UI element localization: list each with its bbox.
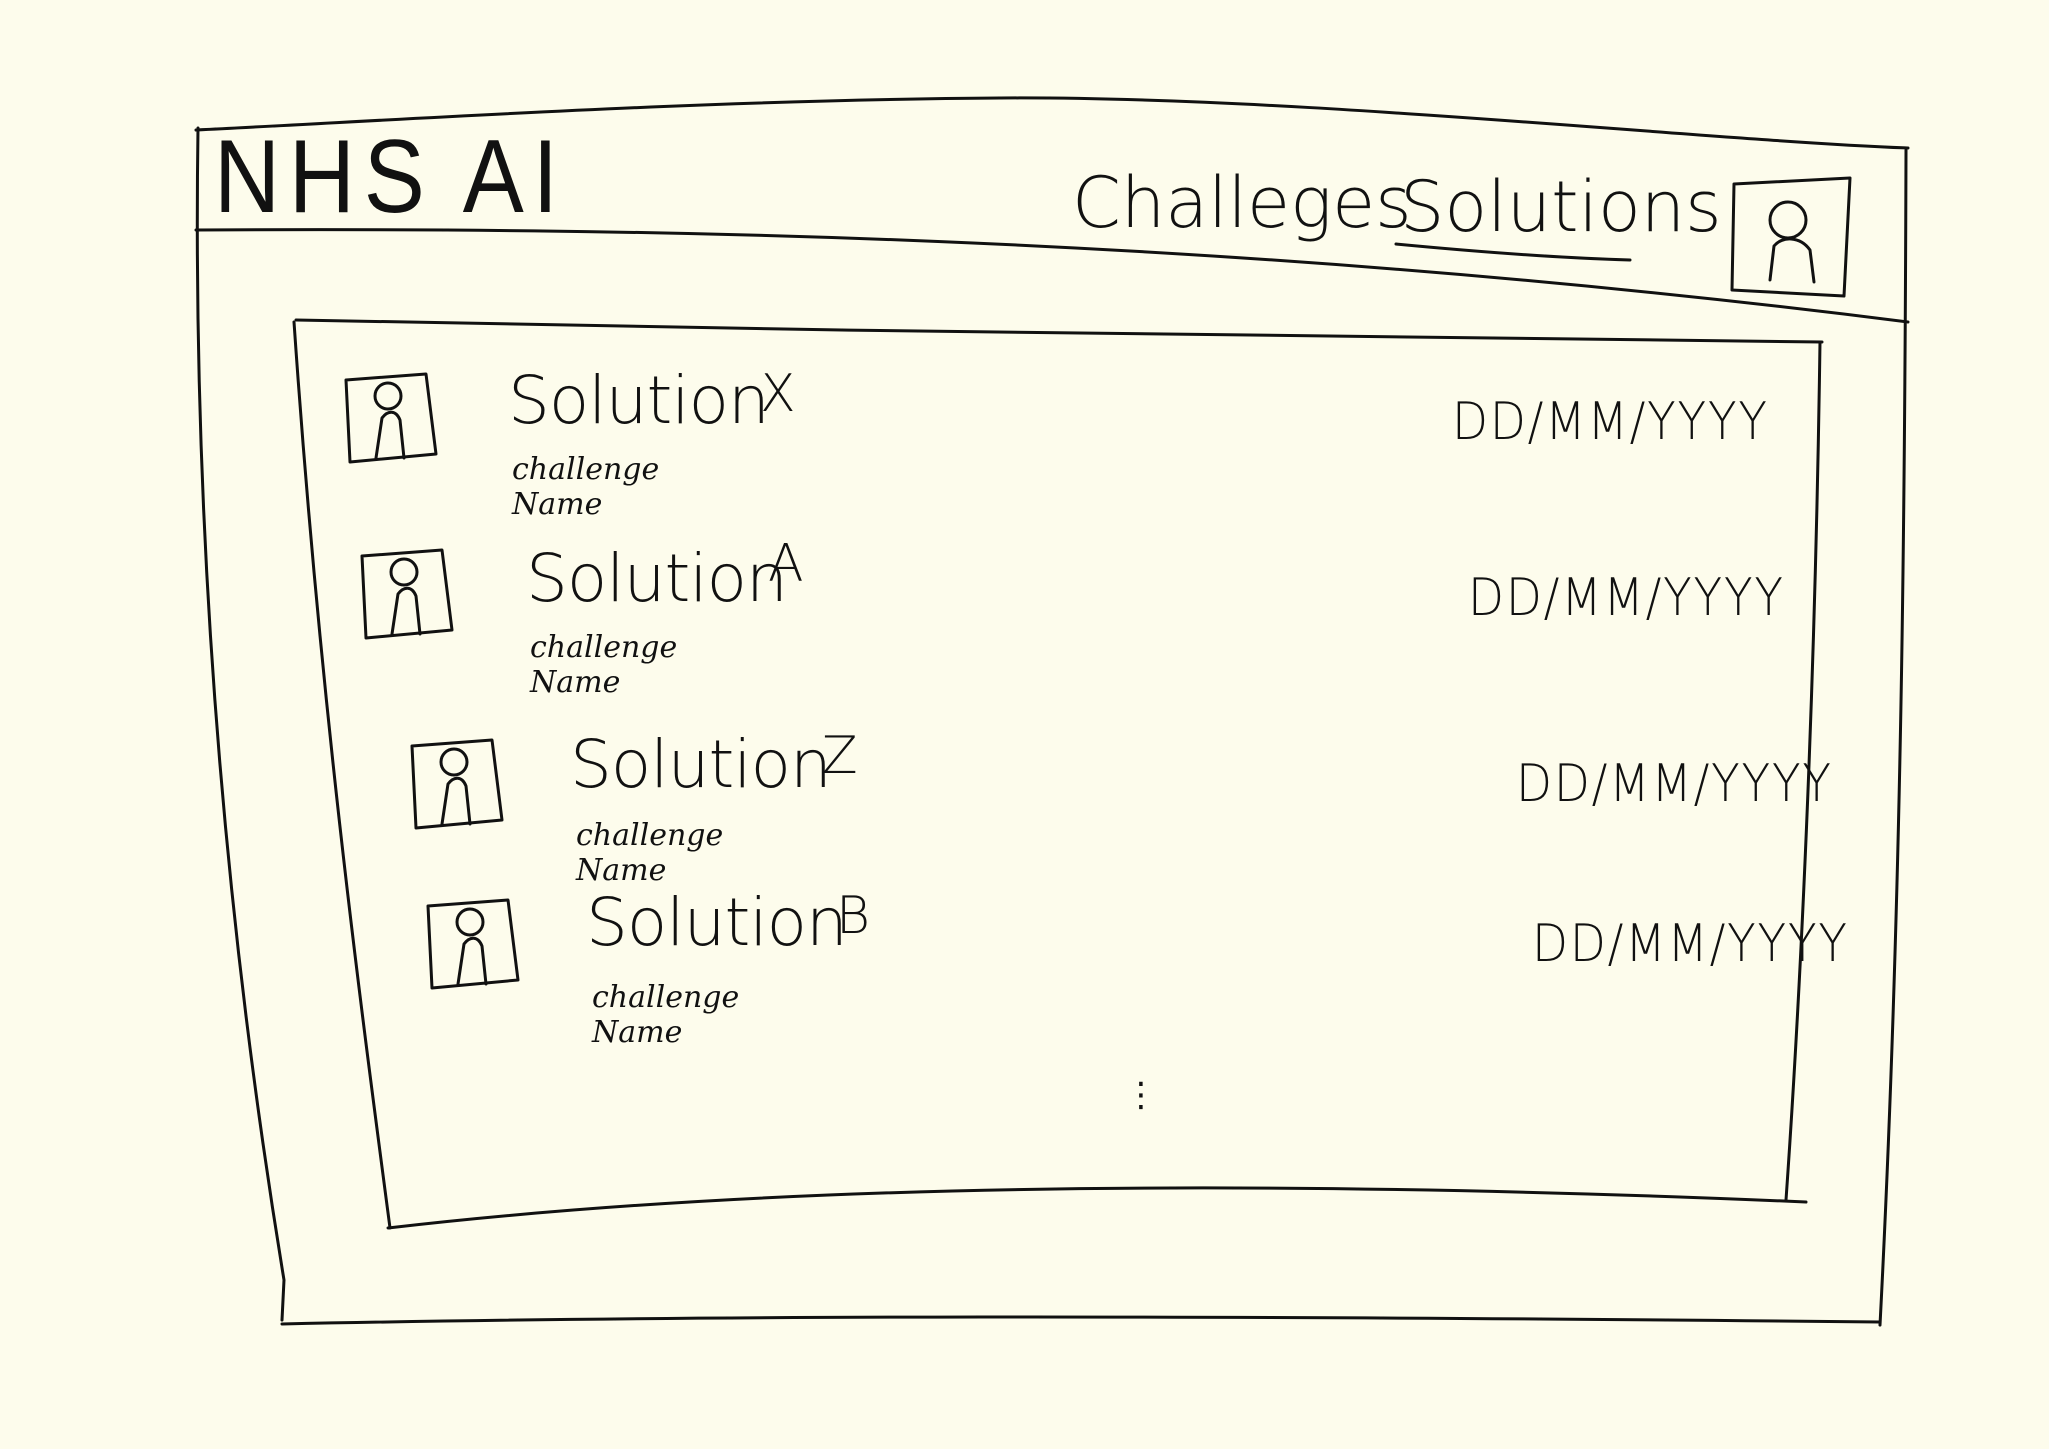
solution-date: DD/MM/YYYY bbox=[1452, 392, 1769, 452]
challenge-name: challenge Name bbox=[592, 980, 740, 1050]
user-avatar-icon bbox=[1730, 176, 1852, 298]
solution-letter: A bbox=[768, 534, 804, 594]
solution-avatar[interactable] bbox=[408, 736, 508, 840]
solution-avatar[interactable] bbox=[342, 370, 442, 474]
profile-button[interactable] bbox=[1726, 170, 1860, 304]
solution-date: DD/MM/YYYY bbox=[1516, 754, 1833, 814]
solution-letter: Z bbox=[822, 726, 858, 786]
nav-solutions-link[interactable]: Solutions bbox=[1400, 166, 1722, 248]
user-avatar-icon bbox=[410, 738, 504, 830]
more-indicator: ⋮ bbox=[1124, 1075, 1158, 1115]
solution-avatar[interactable] bbox=[424, 896, 524, 1000]
challenge-name: challenge Name bbox=[512, 452, 660, 522]
solution-letter: B bbox=[836, 886, 871, 946]
user-avatar-icon bbox=[426, 898, 520, 990]
solution-avatar[interactable] bbox=[358, 546, 458, 650]
solution-title[interactable]: Solution bbox=[526, 540, 788, 617]
challenge-name: challenge Name bbox=[530, 630, 678, 700]
solution-title[interactable]: Solution bbox=[508, 362, 770, 439]
user-avatar-icon bbox=[344, 372, 438, 464]
solution-letter: X bbox=[760, 364, 796, 424]
solution-date: DD/MM/YYYY bbox=[1468, 568, 1785, 628]
nav-challenges-link[interactable]: Challeges bbox=[1072, 162, 1412, 244]
app-logo[interactable]: NHS AI bbox=[214, 118, 567, 237]
challenge-name: challenge Name bbox=[576, 818, 724, 888]
solution-title[interactable]: Solution bbox=[586, 884, 848, 961]
user-avatar-icon bbox=[360, 548, 454, 640]
solution-date: DD/MM/YYYY bbox=[1532, 914, 1849, 974]
solution-title[interactable]: Solution bbox=[570, 726, 832, 803]
